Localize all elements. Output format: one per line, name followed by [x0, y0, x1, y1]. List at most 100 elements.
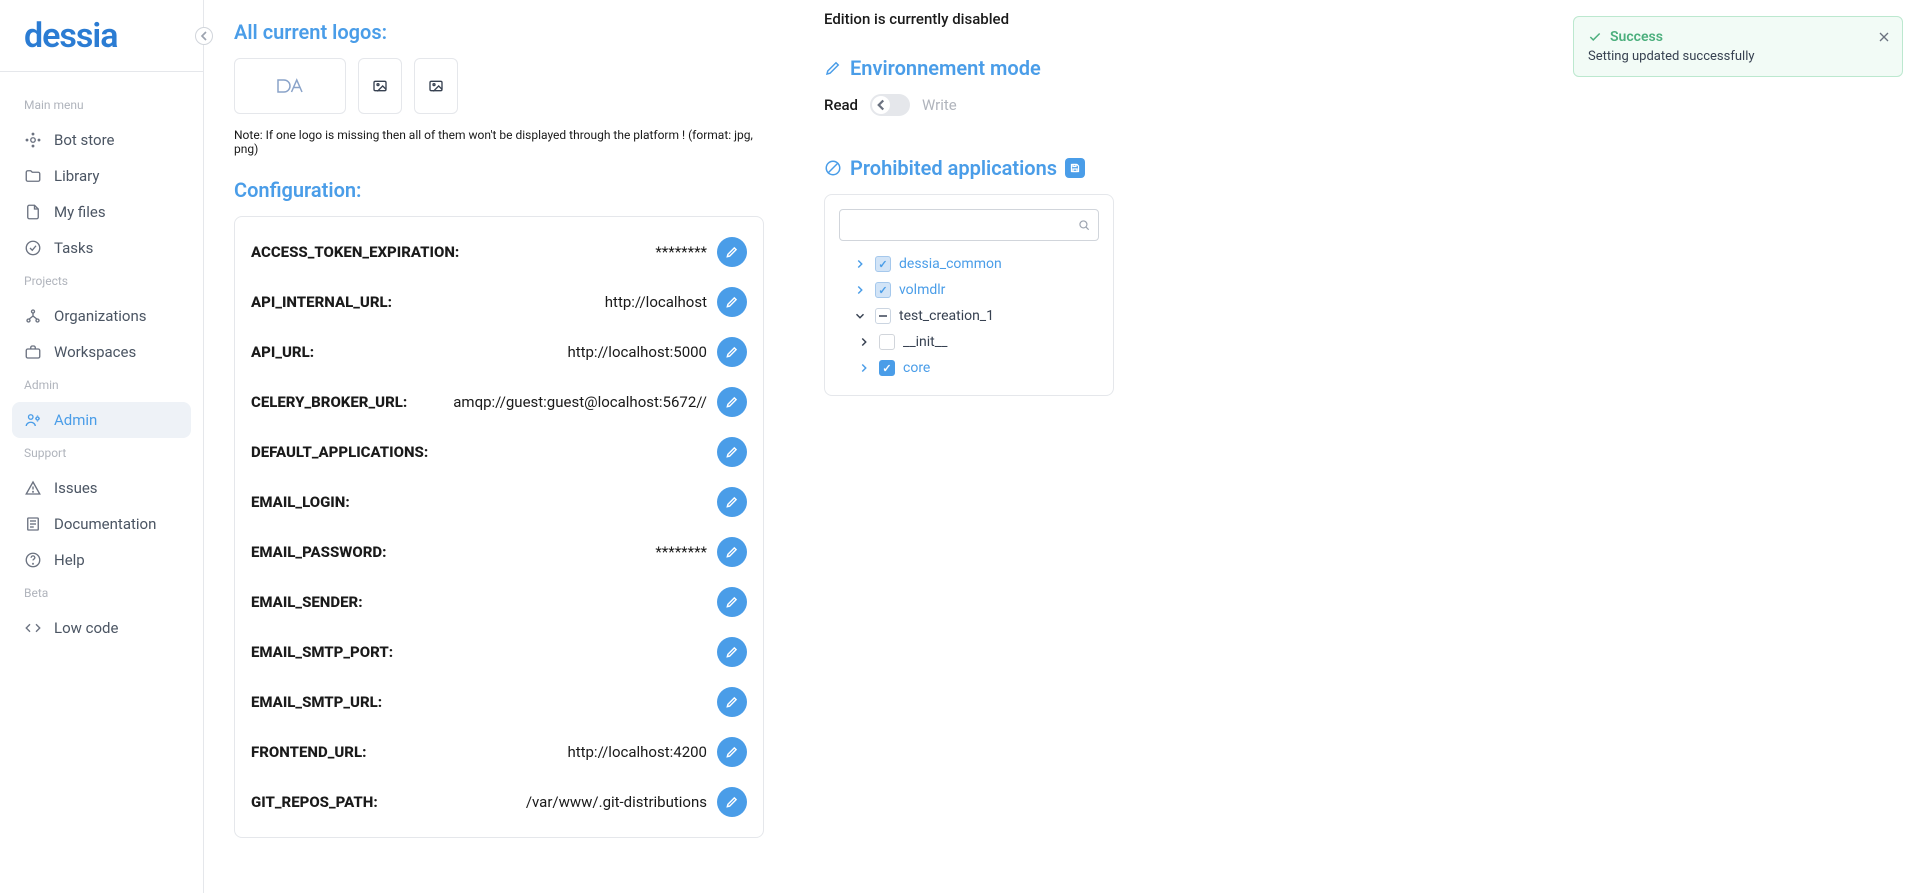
sidebar-item-library[interactable]: Library	[12, 158, 191, 194]
config-row: FRONTEND_URL:http://localhost:4200	[251, 727, 747, 777]
logo-card-primary[interactable]	[234, 58, 346, 114]
write-label: Write	[922, 96, 957, 114]
sidebar-item-my-files[interactable]: My files	[12, 194, 191, 230]
edit-button[interactable]	[717, 287, 747, 317]
sidebar-item-admin[interactable]: Admin	[12, 402, 191, 438]
sidebar-item-label: Low code	[54, 619, 118, 637]
sidebar-item-bot-store[interactable]: Bot store	[12, 122, 191, 158]
pencil-icon	[824, 59, 842, 77]
save-lock-button[interactable]	[1065, 158, 1085, 178]
edit-button[interactable]	[717, 437, 747, 467]
env-mode-toggle[interactable]	[870, 94, 910, 116]
config-key: ACCESS_TOKEN_EXPIRATION:	[251, 243, 459, 261]
edit-button[interactable]	[717, 487, 747, 517]
code-icon	[24, 619, 42, 637]
checkbox-volmdlr[interactable]	[875, 282, 891, 298]
tree-row-init: __init__	[857, 329, 1099, 355]
prohibited-tree-panel: dessia_common volmdlr test_creation_1	[824, 194, 1114, 396]
sidebar-item-documentation[interactable]: Documentation	[12, 506, 191, 542]
nav-section-main: Main menu	[12, 90, 191, 122]
nav-section-admin: Admin	[12, 370, 191, 402]
config-row: DEFAULT_APPLICATIONS:	[251, 427, 747, 477]
tree-row-dessia-common: dessia_common	[839, 251, 1099, 277]
tree-row-core: core	[857, 355, 1099, 381]
chevron-right-icon[interactable]	[853, 283, 867, 297]
sidebar-item-low-code[interactable]: Low code	[12, 610, 191, 646]
logos-row	[234, 58, 764, 114]
chevron-right-icon[interactable]	[853, 257, 867, 271]
sidebar-item-label: Admin	[54, 411, 97, 429]
config-key: EMAIL_PASSWORD:	[251, 543, 387, 561]
toast-close-button[interactable]	[1876, 29, 1892, 45]
edit-button[interactable]	[717, 537, 747, 567]
config-key: CELERY_BROKER_URL:	[251, 393, 407, 411]
toggle-knob	[872, 96, 890, 114]
checkbox-core[interactable]	[879, 360, 895, 376]
chevron-right-icon[interactable]	[857, 335, 871, 349]
config-row: API_INTERNAL_URL: http://localhost	[251, 277, 747, 327]
tree-label[interactable]: test_creation_1	[899, 308, 994, 324]
edit-button[interactable]	[717, 787, 747, 817]
check-icon	[1588, 30, 1602, 44]
config-key: FRONTEND_URL:	[251, 743, 366, 761]
edit-button[interactable]	[717, 687, 747, 717]
config-list: ACCESS_TOKEN_EXPIRATION: ******** API_INTE…	[234, 216, 764, 838]
config-row: EMAIL_LOGIN:	[251, 477, 747, 527]
toast-message: Setting updated successfully	[1588, 49, 1866, 64]
toast-success: Success Setting updated successfully	[1573, 16, 1903, 77]
config-key: GIT_REPOS_PATH:	[251, 793, 378, 811]
config-row: ACCESS_TOKEN_EXPIRATION: ********	[251, 227, 747, 277]
org-icon	[24, 307, 42, 325]
main: All current logos: Note: If one logo is …	[204, 0, 1919, 893]
checkbox-dessia-common[interactable]	[875, 256, 891, 272]
sidebar-item-workspaces[interactable]: Workspaces	[12, 334, 191, 370]
chevron-right-icon[interactable]	[857, 361, 871, 375]
config-key: API_INTERNAL_URL:	[251, 293, 392, 311]
sidebar-item-label: Tasks	[54, 239, 93, 257]
edit-button[interactable]	[717, 237, 747, 267]
logo-card-secondary[interactable]	[358, 58, 402, 114]
doc-icon	[24, 515, 42, 533]
admin-icon	[24, 411, 42, 429]
sidebar-item-help[interactable]: Help	[12, 542, 191, 578]
folder-icon	[24, 167, 42, 185]
config-key: EMAIL_SMTP_PORT:	[251, 643, 393, 661]
checkbox-init[interactable]	[879, 334, 895, 350]
edit-button[interactable]	[717, 587, 747, 617]
help-icon	[24, 551, 42, 569]
sidebar-item-issues[interactable]: Issues	[12, 470, 191, 506]
sidebar-item-tasks[interactable]: Tasks	[12, 230, 191, 266]
tree-label[interactable]: dessia_common	[899, 256, 1002, 272]
tree-label[interactable]: __init__	[903, 334, 947, 350]
sidebar: dessia Main menu Bot store Library My fi…	[0, 0, 204, 893]
briefcase-icon	[24, 343, 42, 361]
edit-button[interactable]	[717, 637, 747, 667]
chevron-down-icon[interactable]	[853, 309, 867, 323]
left-column: All current logos: Note: If one logo is …	[204, 0, 794, 893]
checkbox-test-creation[interactable]	[875, 308, 891, 324]
tree-label[interactable]: core	[903, 360, 930, 376]
logo-area: dessia	[0, 0, 203, 72]
edit-button[interactable]	[717, 337, 747, 367]
config-row: API_URL:http://localhost:5000	[251, 327, 747, 377]
logo-card-tertiary[interactable]	[414, 58, 458, 114]
sidebar-item-organizations[interactable]: Organizations	[12, 298, 191, 334]
config-value: http://localhost	[402, 293, 707, 311]
tree-row-test-creation: test_creation_1	[839, 303, 1099, 329]
edit-button[interactable]	[717, 387, 747, 417]
prohibited-title: Prohibited applications	[824, 156, 1889, 180]
sidebar-item-label: Help	[54, 551, 85, 569]
config-value: ********	[469, 243, 707, 261]
check-circle-icon	[24, 239, 42, 257]
tree-label[interactable]: volmdlr	[899, 282, 945, 298]
tree-search-input[interactable]	[839, 209, 1099, 241]
prohibit-icon	[824, 159, 842, 177]
nav-section-beta: Beta	[12, 578, 191, 610]
tree-row-volmdlr: volmdlr	[839, 277, 1099, 303]
sidebar-item-label: Issues	[54, 479, 98, 497]
config-row: EMAIL_SMTP_PORT:	[251, 627, 747, 677]
read-label: Read	[824, 96, 858, 114]
sidebar-item-label: Workspaces	[54, 343, 136, 361]
config-key: EMAIL_SMTP_URL:	[251, 693, 382, 711]
edit-button[interactable]	[717, 737, 747, 767]
